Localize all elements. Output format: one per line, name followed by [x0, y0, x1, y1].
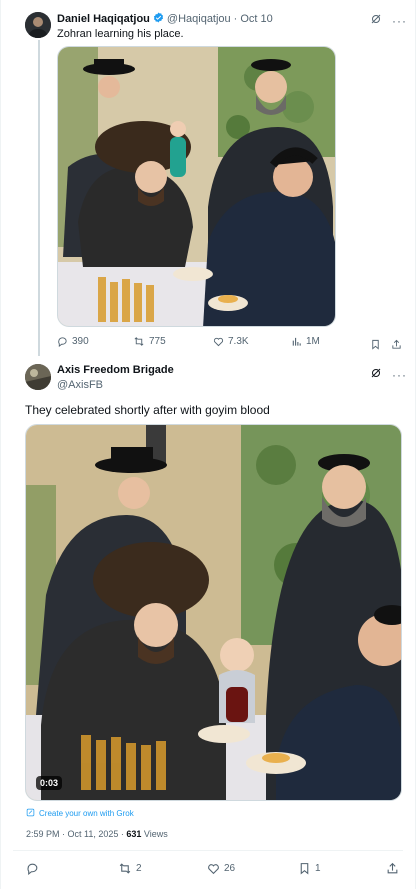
views-label: Views	[141, 829, 168, 839]
share-icon	[386, 862, 399, 875]
more-options-icon[interactable]: ···	[392, 368, 407, 382]
more-options-icon[interactable]: ···	[392, 14, 407, 28]
reply-button[interactable]	[26, 862, 43, 875]
repost-button[interactable]: 775	[133, 336, 166, 347]
share-button[interactable]	[386, 862, 399, 875]
bookmark-button[interactable]: 1	[298, 862, 321, 875]
reply-icon	[57, 336, 68, 347]
heart-icon	[207, 862, 220, 875]
views-icon	[291, 336, 302, 347]
reply-icon	[26, 862, 39, 875]
like-button[interactable]: 7.3K	[213, 336, 249, 347]
heart-icon	[213, 336, 224, 347]
author-avatar[interactable]	[25, 12, 51, 38]
secondary-actions	[370, 337, 402, 355]
repost-count: 2	[136, 863, 142, 874]
bookmark-icon[interactable]	[370, 337, 381, 355]
like-button[interactable]: 26	[207, 862, 235, 875]
tweet-video[interactable]: 0:03	[25, 424, 402, 801]
author-name[interactable]: Axis Freedom Brigade	[57, 364, 174, 376]
reply-button[interactable]: 390	[57, 336, 89, 347]
author-handle-row: @AxisFB	[57, 379, 103, 391]
repost-icon	[118, 862, 132, 875]
tweet-actions: 390 775 7.3K 1M	[57, 336, 347, 350]
header-actions: ···	[370, 366, 407, 384]
tweet-timestamp[interactable]: 2:59 PM · Oct 11, 2025 ·	[26, 829, 126, 839]
bookmark-icon	[298, 862, 311, 875]
share-icon[interactable]	[391, 337, 402, 355]
bookmark-count: 1	[315, 863, 321, 874]
separator: ·	[233, 13, 238, 25]
grok-icon[interactable]	[370, 12, 382, 30]
author-handle[interactable]: @AxisFB	[57, 379, 103, 391]
grok-icon[interactable]	[370, 366, 382, 384]
tweet-meta: 2:59 PM · Oct 11, 2025 · 631 Views	[26, 829, 168, 839]
author-handle[interactable]: @Haqiqatjou	[167, 13, 231, 25]
like-count: 26	[224, 863, 236, 874]
views-count: 631	[126, 829, 142, 839]
header-actions: ···	[370, 12, 407, 30]
verified-badge-icon	[153, 12, 164, 26]
tweet-text: They celebrated shortly after with goyim…	[25, 403, 270, 417]
thread-line	[38, 40, 40, 356]
views-button[interactable]: 1M	[291, 336, 320, 347]
tweet-header: Axis Freedom Brigade	[57, 364, 174, 376]
divider	[13, 850, 403, 851]
video-duration: 0:03	[36, 776, 63, 790]
author-avatar[interactable]	[25, 364, 51, 390]
tweet-text: Zohran learning his place.	[57, 28, 184, 40]
grok-small-icon	[26, 808, 35, 819]
reply-count: 390	[72, 336, 89, 347]
grok-link-text: Create your own with Grok	[39, 809, 134, 818]
repost-button[interactable]: 2	[118, 862, 142, 875]
grok-link[interactable]: Create your own with Grok	[26, 808, 134, 819]
tweet-actions: 2 26 1	[26, 862, 406, 876]
repost-count: 775	[149, 336, 166, 347]
repost-icon	[133, 336, 145, 347]
tweet-date[interactable]: Oct 10	[240, 13, 272, 25]
author-name[interactable]: Daniel Haqiqatjou	[57, 13, 150, 25]
views-count: 1M	[306, 336, 320, 347]
tweet-photo[interactable]	[57, 46, 336, 327]
like-count: 7.3K	[228, 336, 249, 347]
parent-tweet[interactable]: Daniel Haqiqatjou @Haqiqatjou · Oct 10 ·…	[1, 0, 416, 356]
tweet-header: Daniel Haqiqatjou @Haqiqatjou · Oct 10	[57, 12, 273, 26]
tweet-thread: Daniel Haqiqatjou @Haqiqatjou · Oct 10 ·…	[0, 0, 416, 889]
